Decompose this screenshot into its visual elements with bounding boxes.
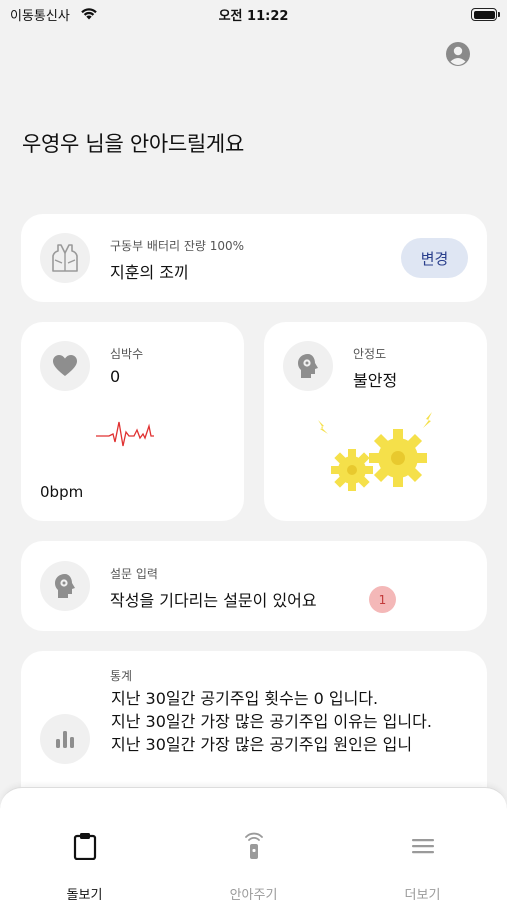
stability-label: 안정도 bbox=[353, 347, 387, 361]
tab-care-label: 돌보기 bbox=[66, 888, 103, 900]
statistics-lines: 지난 30일간 공기주입 횟수는 0 입니다. 지난 30일간 가장 많은 공기… bbox=[111, 687, 481, 756]
heartbeat-wave-icon bbox=[96, 421, 154, 447]
person-circle-icon[interactable] bbox=[445, 41, 471, 67]
tab-care[interactable]: 돌보기 bbox=[0, 788, 169, 900]
stat-line: 지난 30일간 가장 많은 공기주입 원인은 입니 bbox=[111, 735, 413, 754]
vest-card[interactable]: 구동부 배터리 잔량 100% 지훈의 조끼 변경 bbox=[21, 214, 487, 302]
tab-more-label: 더보기 bbox=[404, 888, 441, 900]
stat-line: 지난 30일간 공기주입 횟수는 0 입니다. bbox=[111, 689, 379, 708]
stability-card[interactable]: 안정도 불안정 bbox=[264, 322, 487, 521]
menu-icon bbox=[411, 839, 434, 854]
battery-level-label: 구동부 배터리 잔량 100% bbox=[110, 239, 245, 253]
tab-more[interactable]: 더보기 bbox=[338, 788, 507, 900]
head-gear-icon bbox=[55, 574, 75, 598]
stability-value: 불안정 bbox=[353, 371, 398, 390]
vest-icon-circle bbox=[40, 233, 90, 283]
survey-icon-circle bbox=[40, 561, 90, 611]
change-vest-button[interactable]: 변경 bbox=[401, 238, 468, 278]
bar-chart-icon bbox=[56, 731, 74, 748]
heart-icon-circle bbox=[40, 341, 90, 391]
heart-rate-label: 심박수 bbox=[110, 347, 144, 361]
survey-card[interactable]: 설문 입력 작성을 기다리는 설문이 있어요 1 bbox=[21, 541, 487, 631]
tab-hug[interactable]: 안아주기 bbox=[169, 788, 338, 900]
battery-icon bbox=[471, 8, 497, 21]
stability-icon-circle bbox=[283, 341, 333, 391]
vest-name: 지훈의 조끼 bbox=[110, 263, 189, 282]
status-time: 오전 11:22 bbox=[218, 9, 289, 24]
statistics-label: 통계 bbox=[110, 669, 133, 683]
remote-signal-icon bbox=[244, 832, 263, 859]
status-bar: 이동통신사 오전 11:22 bbox=[0, 0, 507, 30]
statistics-icon-circle bbox=[40, 714, 90, 764]
page-title: 우영우 님을 안아드릴게요 bbox=[22, 132, 244, 156]
survey-count-badge: 1 bbox=[369, 586, 396, 613]
tab-hug-label: 안아주기 bbox=[229, 888, 278, 900]
vest-icon bbox=[52, 244, 78, 272]
heart-rate-value: 0 bbox=[110, 367, 121, 386]
survey-message: 작성을 기다리는 설문이 있어요 bbox=[110, 591, 317, 610]
clipboard-icon bbox=[73, 833, 96, 860]
heart-rate-card[interactable]: 심박수 0 0bpm bbox=[21, 322, 244, 521]
battery-cap bbox=[498, 12, 500, 17]
stat-line: 지난 30일간 가장 많은 공기주입 이유는 입니다. bbox=[111, 712, 432, 731]
head-gear-icon bbox=[298, 354, 318, 378]
tab-bar: 돌보기 안아주기 더보기 bbox=[0, 787, 507, 900]
survey-label: 설문 입력 bbox=[110, 567, 158, 581]
bpm-value: 0bpm bbox=[40, 483, 84, 501]
heart-icon bbox=[53, 355, 77, 376]
yellow-gears-icon bbox=[318, 412, 432, 491]
